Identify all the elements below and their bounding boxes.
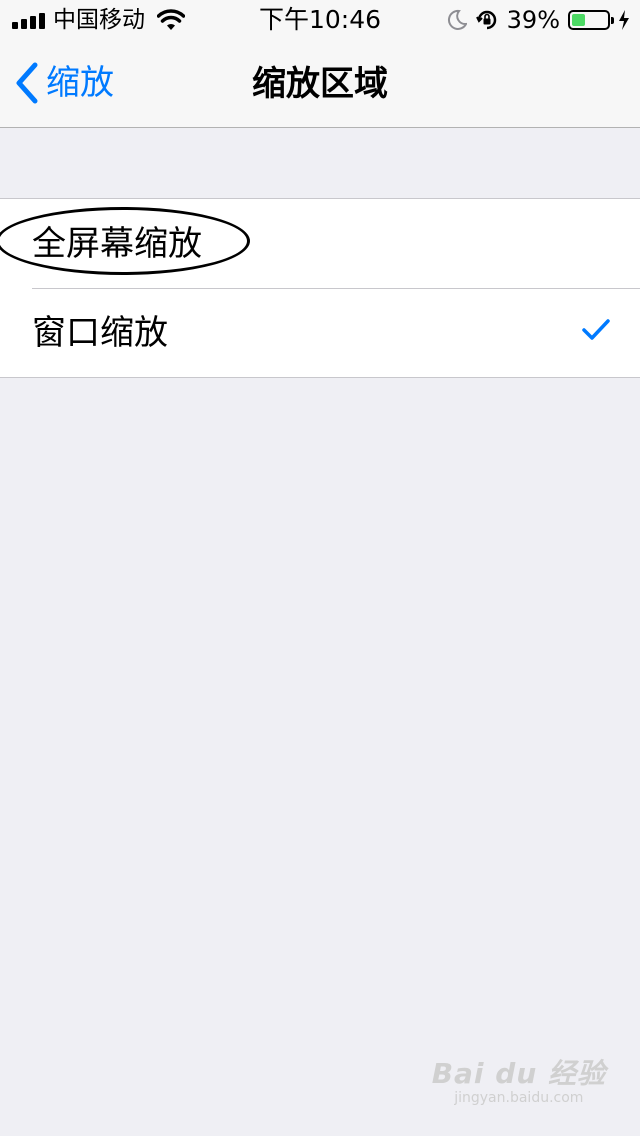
zoom-region-list: 全屏幕缩放 窗口缩放 (0, 198, 640, 378)
battery-fill (572, 14, 585, 26)
status-bar: 中国移动 下午10:46 39% (0, 0, 640, 40)
checkmark-icon (582, 319, 610, 340)
watermark: Bai du 经验 jingyan.baidu.com (432, 1052, 606, 1106)
option-label: 窗口缩放 (32, 312, 168, 353)
charging-icon (619, 10, 629, 30)
status-right: 39% (447, 7, 630, 33)
navigation-bar: 缩放 缩放区域 (0, 40, 640, 128)
orientation-lock-icon (475, 10, 496, 30)
watermark-main: Bai du 经验 (431, 1057, 606, 1090)
battery-icon (568, 10, 614, 30)
option-window-zoom[interactable]: 窗口缩放 (0, 288, 640, 377)
watermark-sub: jingyan.baidu.com (454, 1090, 584, 1106)
battery-percent: 39% (506, 6, 560, 34)
option-full-screen-zoom[interactable]: 全屏幕缩放 (0, 199, 640, 288)
option-label: 全屏幕缩放 (32, 223, 202, 264)
page-title: 缩放区域 (252, 64, 388, 104)
moon-icon (447, 9, 467, 30)
